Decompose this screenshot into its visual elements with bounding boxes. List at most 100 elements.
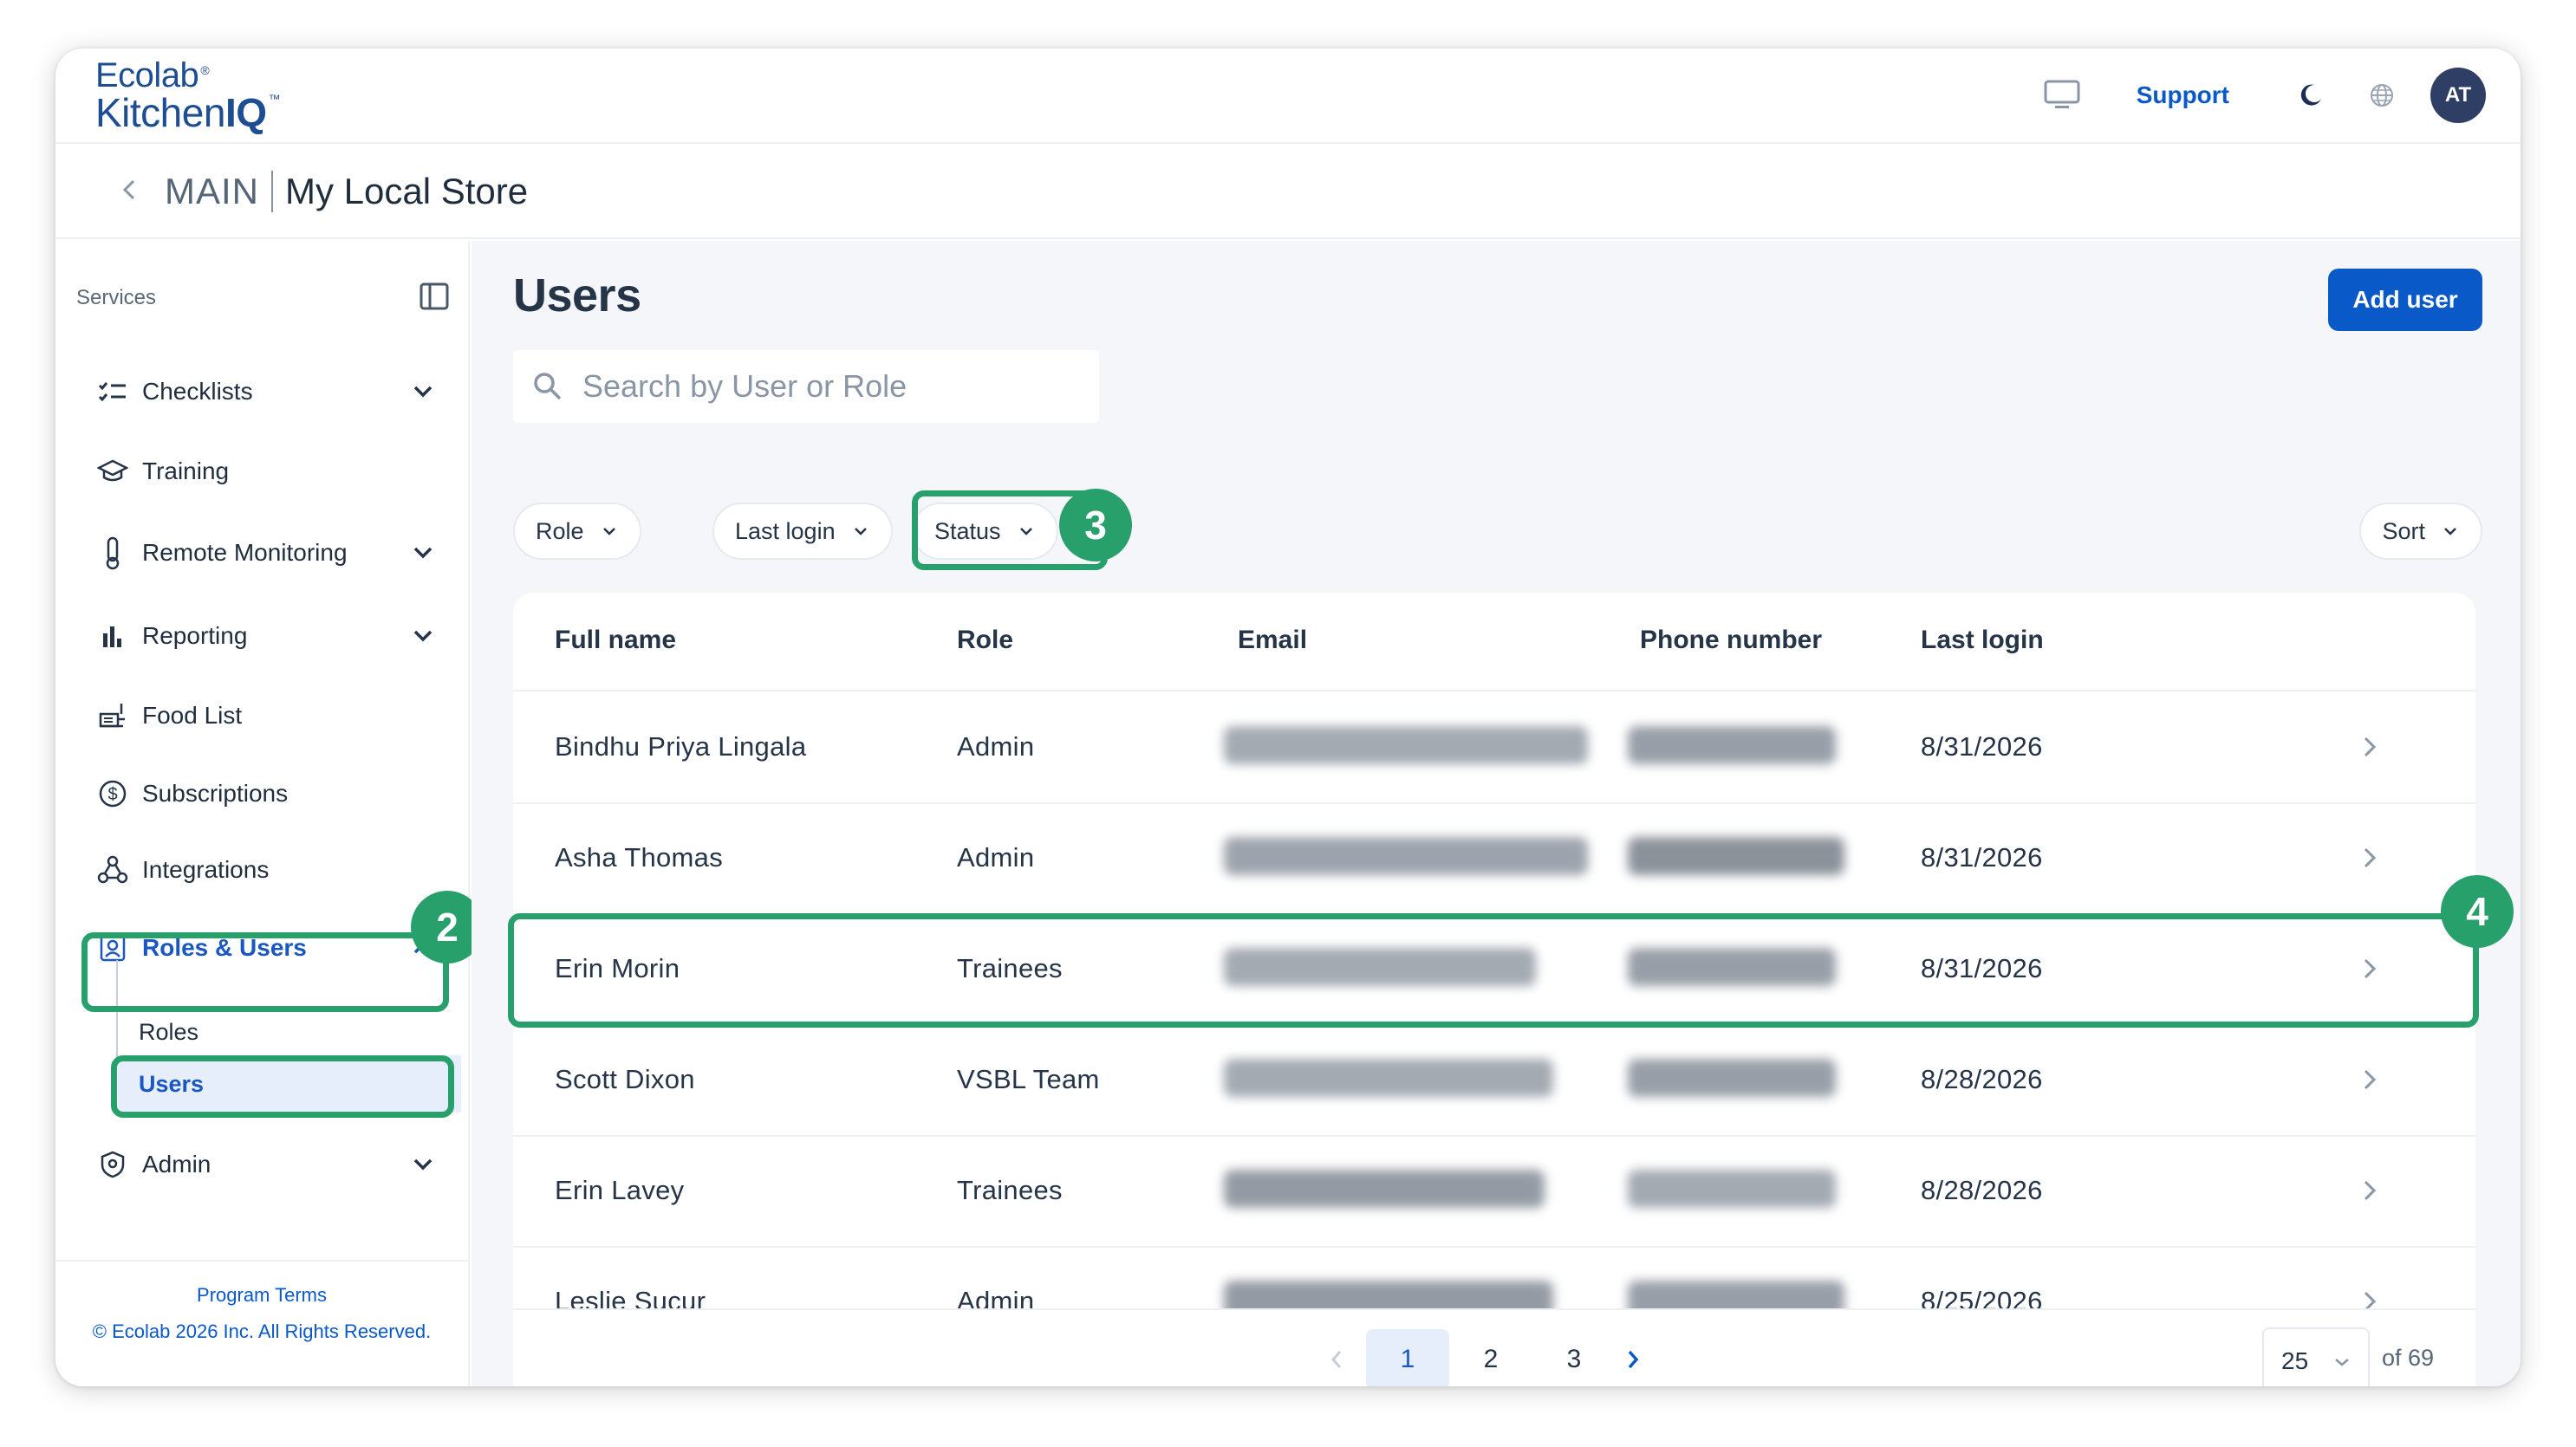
cell-phone-redacted bbox=[1628, 1170, 1836, 1208]
prev-page-icon[interactable] bbox=[1311, 1329, 1363, 1386]
chevron-right-icon[interactable] bbox=[2354, 842, 2385, 873]
sidebar-item-reporting[interactable]: Reporting bbox=[94, 610, 440, 662]
sidebar-item-remote-monitoring[interactable]: Remote Monitoring bbox=[94, 527, 440, 579]
chevron-right-icon[interactable] bbox=[2354, 1175, 2385, 1206]
logo-line2: Kitchen bbox=[95, 90, 225, 135]
annotation-badge-3: 3 bbox=[1059, 489, 1132, 561]
annotation-highlight-roles-users bbox=[81, 932, 449, 1012]
cell-phone-redacted bbox=[1628, 1059, 1836, 1097]
filter-last-login[interactable]: Last login bbox=[712, 503, 893, 560]
cell-email-redacted bbox=[1224, 1059, 1553, 1097]
collapse-sidebar-icon[interactable] bbox=[420, 282, 449, 315]
breadcrumb-main[interactable]: MAIN bbox=[165, 171, 259, 212]
chevron-down-icon bbox=[851, 522, 870, 541]
search-box[interactable] bbox=[513, 350, 1099, 423]
cell-last-login: 8/31/2026 bbox=[1921, 842, 2043, 873]
logo-registered-mark: ® bbox=[200, 62, 210, 77]
sidebar: Services Checklists Training Remote Moni… bbox=[55, 241, 484, 1386]
checklist-icon bbox=[94, 373, 132, 411]
sort-button[interactable]: Sort bbox=[2359, 503, 2482, 560]
search-input[interactable] bbox=[582, 368, 1068, 405]
sidebar-item-food-list[interactable]: Food List bbox=[94, 690, 440, 742]
table-row[interactable]: Asha Thomas Admin 8/31/2026 bbox=[513, 804, 2475, 915]
dollar-icon: $ bbox=[94, 775, 132, 813]
chevron-down-icon[interactable] bbox=[406, 374, 440, 409]
table-row[interactable]: Scott Dixon VSBL Team 8/28/2026 bbox=[513, 1026, 2475, 1137]
chevron-down-icon[interactable] bbox=[406, 1147, 440, 1182]
logo-iq: IQ bbox=[224, 90, 267, 135]
sidebar-item-subscriptions[interactable]: $ Subscriptions bbox=[94, 768, 440, 820]
cell-last-login: 8/28/2026 bbox=[1921, 1064, 2043, 1094]
bar-chart-icon bbox=[94, 617, 132, 655]
chevron-right-icon[interactable] bbox=[2354, 1064, 2385, 1095]
column-header-last-login[interactable]: Last login bbox=[1921, 626, 2044, 655]
user-avatar[interactable]: AT bbox=[2430, 68, 2486, 123]
sidebar-item-checklists[interactable]: Checklists bbox=[94, 366, 440, 418]
breadcrumb-store[interactable]: My Local Store bbox=[285, 171, 528, 212]
per-page-select[interactable]: 25 bbox=[2262, 1327, 2370, 1386]
sidebar-item-label: Training bbox=[142, 457, 230, 484]
sidebar-item-label: Remote Monitoring bbox=[142, 539, 348, 566]
logo-line1: Ecolab bbox=[95, 56, 199, 94]
ecolab-kitcheniq-logo[interactable]: Ecolab ® Kitchen IQ ™ bbox=[90, 58, 280, 133]
top-bar: Ecolab ® Kitchen IQ ™ Support AT bbox=[55, 49, 2521, 144]
sidebar-item-training[interactable]: Training bbox=[94, 445, 440, 497]
chevron-down-icon[interactable] bbox=[406, 619, 440, 653]
sidebar-item-integrations[interactable]: Integrations bbox=[94, 844, 440, 896]
globe-icon[interactable] bbox=[2361, 75, 2403, 116]
services-label: Services bbox=[76, 286, 157, 309]
cell-last-login: 8/28/2026 bbox=[1921, 1175, 2043, 1205]
cell-role: Trainees bbox=[957, 1175, 1063, 1205]
support-link[interactable]: Support bbox=[2137, 81, 2229, 109]
integrations-icon bbox=[94, 851, 132, 889]
logo-trademark: ™ bbox=[268, 92, 281, 106]
sidebar-item-admin[interactable]: Admin bbox=[94, 1139, 440, 1191]
chevron-down-icon[interactable] bbox=[406, 535, 440, 570]
filter-label: Last login bbox=[735, 517, 836, 544]
add-user-button[interactable]: Add user bbox=[2328, 269, 2482, 331]
sidebar-item-label: Reporting bbox=[142, 622, 248, 649]
next-page-icon[interactable] bbox=[1607, 1329, 1659, 1386]
app-window: Ecolab ® Kitchen IQ ™ Support AT MAIN My Lo… bbox=[55, 49, 2521, 1386]
monitor-icon[interactable] bbox=[2041, 75, 2083, 116]
program-terms-link[interactable]: Program Terms bbox=[55, 1284, 468, 1307]
cell-email-redacted bbox=[1224, 837, 1588, 875]
page-3[interactable]: 3 bbox=[1532, 1329, 1616, 1386]
filter-role[interactable]: Role bbox=[513, 503, 641, 560]
chevron-down-icon bbox=[600, 522, 619, 541]
cell-full-name: Erin Lavey bbox=[555, 1175, 685, 1205]
cell-full-name: Asha Thomas bbox=[555, 842, 723, 873]
page-title: Users bbox=[513, 269, 641, 321]
filter-label: Role bbox=[536, 517, 584, 544]
sidebar-footer: Program Terms © Ecolab 2026 Inc. All Rig… bbox=[55, 1260, 468, 1386]
cell-last-login: 8/31/2026 bbox=[1921, 731, 2043, 762]
cell-full-name: Scott Dixon bbox=[555, 1064, 695, 1094]
copyright-text: © Ecolab 2026 Inc. All Rights Reserved. bbox=[92, 1320, 432, 1342]
chevron-down-icon bbox=[2441, 522, 2460, 541]
breadcrumb-separator bbox=[271, 171, 273, 212]
column-header-email[interactable]: Email bbox=[1238, 626, 1307, 655]
page-1[interactable]: 1 bbox=[1366, 1329, 1449, 1386]
cell-full-name: Bindhu Priya Lingala bbox=[555, 731, 807, 762]
main-content: Users Add user Role Last login Status 3 … bbox=[472, 241, 2521, 1386]
breadcrumb: MAIN My Local Store bbox=[55, 146, 2521, 239]
dark-mode-moon-icon[interactable] bbox=[2290, 75, 2332, 116]
column-header-role[interactable]: Role bbox=[957, 626, 1013, 655]
chevron-right-icon[interactable] bbox=[2354, 731, 2385, 762]
per-page-value: 25 bbox=[2281, 1347, 2309, 1374]
search-icon bbox=[530, 369, 565, 404]
table-row[interactable]: Erin Lavey Trainees 8/28/2026 bbox=[513, 1137, 2475, 1248]
column-header-full-name[interactable]: Full name bbox=[555, 626, 676, 655]
sidebar-item-label: Checklists bbox=[142, 378, 253, 405]
table-row[interactable]: Bindhu Priya Lingala Admin 8/31/2026 bbox=[513, 693, 2475, 804]
sidebar-subitem-roles[interactable]: Roles bbox=[139, 1019, 198, 1046]
cell-email-redacted bbox=[1224, 726, 1588, 764]
annotation-badge-4: 4 bbox=[2441, 875, 2514, 948]
sidebar-item-label: Integrations bbox=[142, 856, 270, 883]
cell-phone-redacted bbox=[1628, 837, 1844, 875]
page-2[interactable]: 2 bbox=[1449, 1329, 1532, 1386]
column-header-phone[interactable]: Phone number bbox=[1640, 626, 1822, 655]
cell-role: Admin bbox=[957, 731, 1035, 762]
cell-role: Admin bbox=[957, 842, 1035, 873]
back-chevron-icon[interactable] bbox=[120, 177, 139, 207]
